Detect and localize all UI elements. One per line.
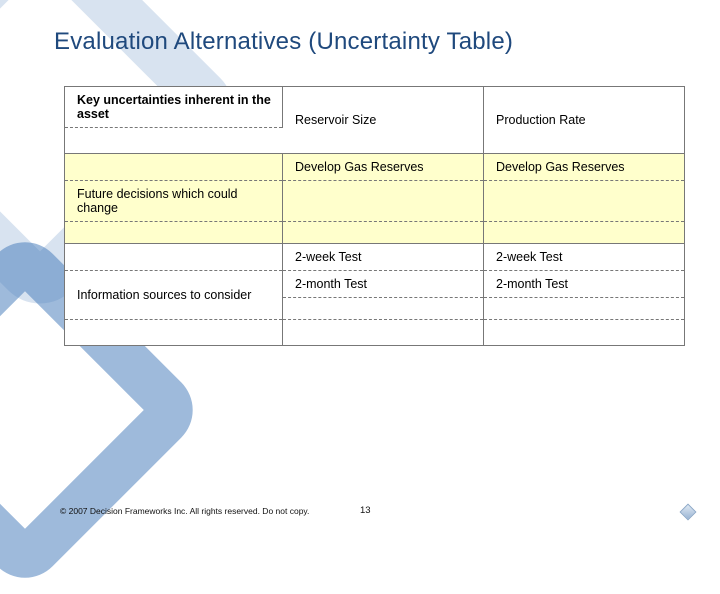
table-cell-develop-2: Develop Gas Reserves	[484, 154, 685, 181]
table-cell-develop-1: Develop Gas Reserves	[283, 154, 484, 181]
table-cell-empty	[283, 298, 484, 320]
uncertainty-table: Key uncertainties inherent in the asset …	[64, 86, 685, 346]
table-header-col2: Production Rate	[484, 87, 685, 154]
slide-content: Evaluation Alternatives (Uncertainty Tab…	[0, 0, 720, 346]
table-cell-empty	[283, 320, 484, 346]
table-cell-2month-2: 2-month Test	[484, 271, 685, 298]
table-row-future-label: Future decisions which could change	[65, 181, 283, 222]
table-cell-2week-2: 2-week Test	[484, 244, 685, 271]
table-cell-empty	[65, 222, 283, 244]
page-number: 13	[360, 505, 371, 516]
slide-title: Evaluation Alternatives (Uncertainty Tab…	[54, 28, 684, 56]
table-cell-empty	[484, 298, 685, 320]
table-header-spacer	[65, 128, 283, 154]
table-cell-2week-1: 2-week Test	[283, 244, 484, 271]
table-cell-empty	[283, 222, 484, 244]
table-cell-empty	[65, 244, 283, 271]
table-cell-empty	[484, 181, 685, 222]
table-cell-empty	[65, 154, 283, 181]
table-cell-empty	[484, 320, 685, 346]
table-row-header-label: Key uncertainties inherent in the asset	[65, 87, 283, 128]
table-row-info-label: Information sources to consider	[65, 271, 283, 320]
table-cell-empty	[484, 222, 685, 244]
table-cell-empty	[65, 320, 283, 346]
table-header-col1: Reservoir Size	[283, 87, 484, 154]
copyright-footer: © 2007 Decision Frameworks Inc. All righ…	[60, 506, 309, 516]
table-cell-empty	[283, 181, 484, 222]
table-cell-2month-1: 2-month Test	[283, 271, 484, 298]
company-logo-icon	[678, 504, 698, 522]
